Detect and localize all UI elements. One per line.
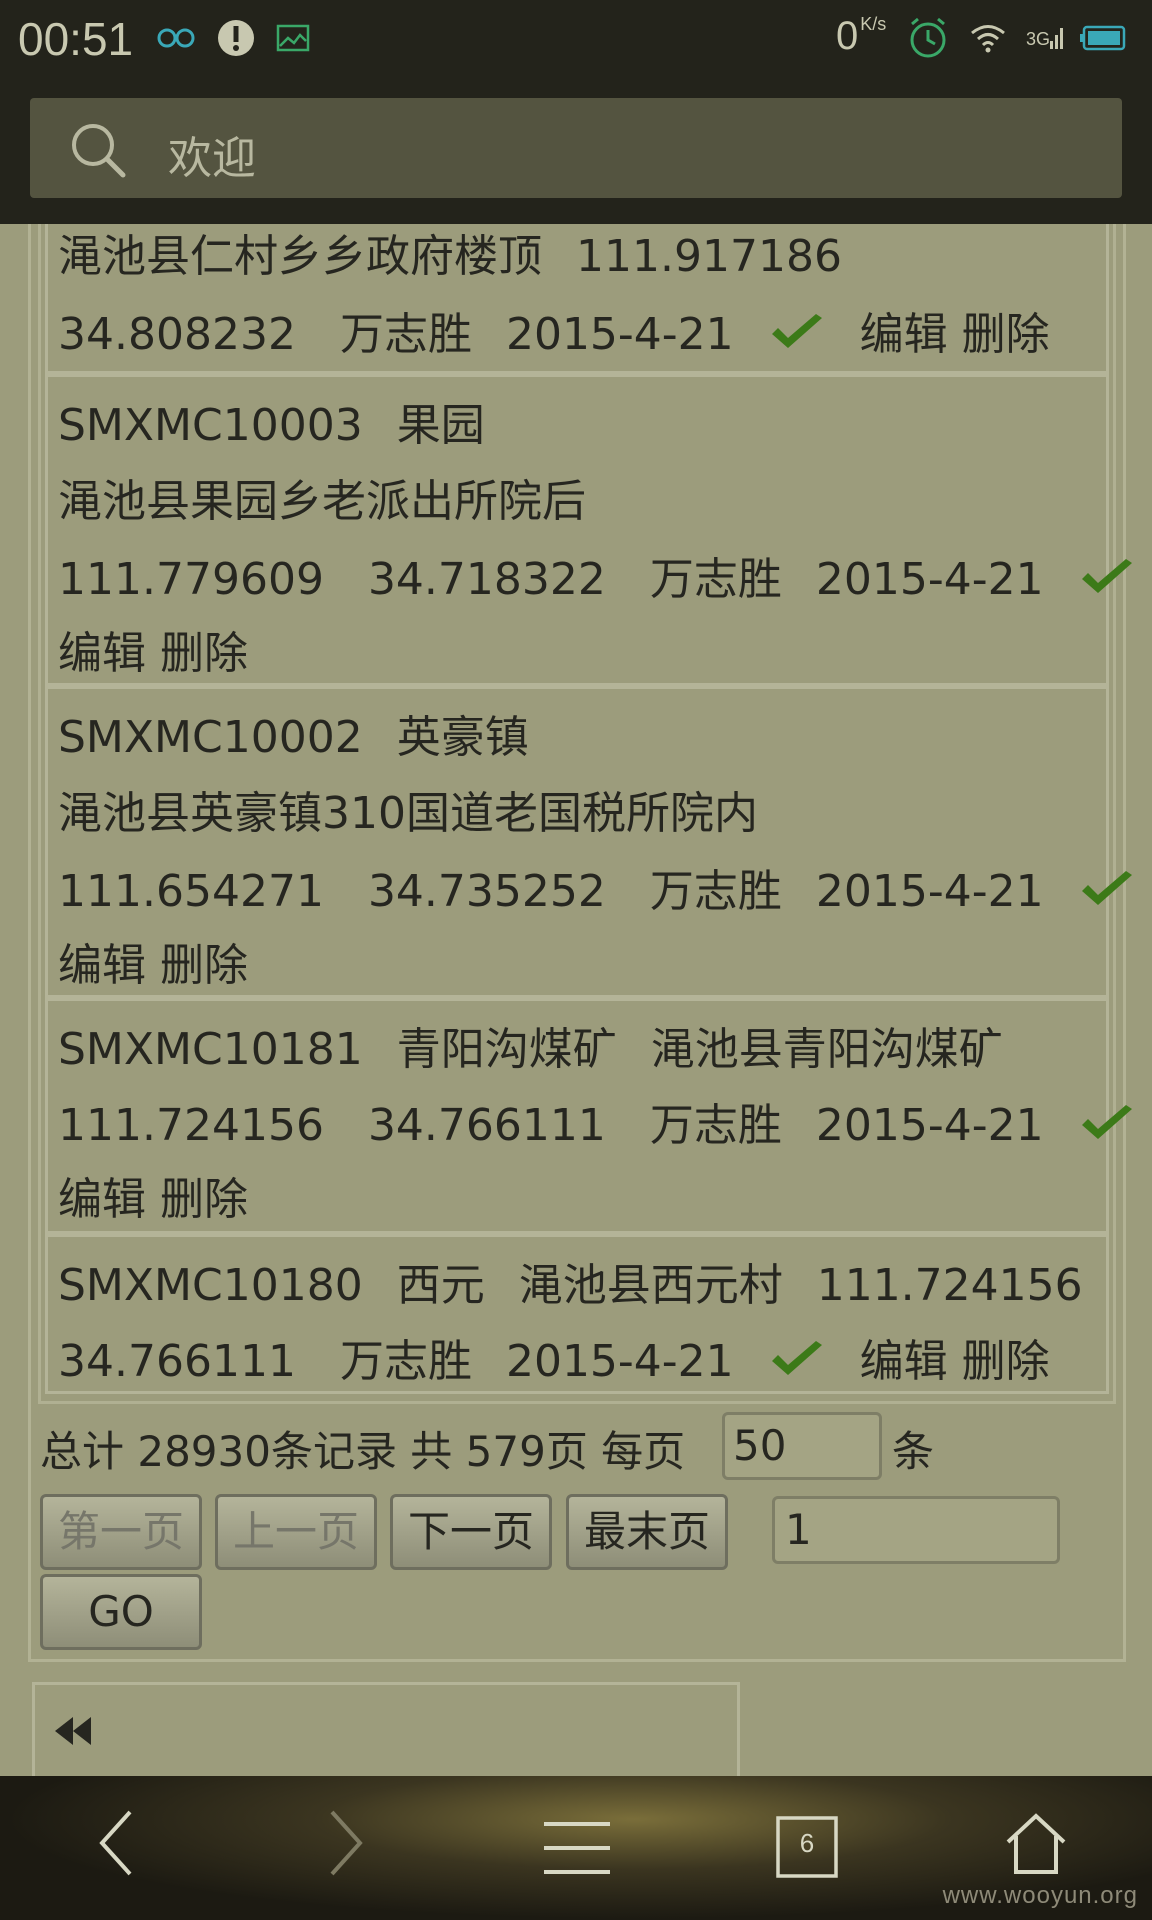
record-longitude: 111.779609 — [58, 554, 324, 605]
search-placeholder: 欢迎 — [168, 133, 256, 184]
record-longitude: 111.654271 — [58, 866, 324, 917]
back-icon[interactable] — [96, 1808, 136, 1882]
record-latitude: 34.766111 — [367, 1100, 606, 1151]
browser-nav-bar: 6 www.wooyun.org — [0, 1776, 1152, 1920]
record-date: 2015-4-21 — [815, 554, 1044, 605]
record-user: 万志胜 — [649, 554, 782, 605]
record-latitude: 34.808232 — [58, 309, 296, 360]
search-header: 欢迎 — [0, 78, 1152, 224]
tab-count: 6 — [799, 1828, 815, 1858]
edit-link[interactable]: 编辑 — [58, 940, 146, 991]
menu-icon[interactable] — [542, 1820, 612, 1880]
record-latitude: 34.718322 — [367, 554, 606, 605]
record-latitude: 34.735252 — [367, 866, 606, 917]
record-user: 万志胜 — [339, 309, 472, 360]
last-page-button[interactable]: 最末页 — [566, 1494, 728, 1570]
edit-link[interactable]: 编辑 — [860, 1336, 948, 1387]
check-icon — [768, 1337, 826, 1392]
record-latitude: 34.766111 — [58, 1336, 296, 1387]
record-code: SMXMC10181 — [58, 1024, 363, 1075]
home-icon[interactable] — [1004, 1812, 1068, 1880]
record-code: SMXMC10180 — [58, 1260, 363, 1311]
prev-page-button[interactable]: 上一页 — [215, 1494, 377, 1570]
table-row: 渑池县仁村乡乡政府楼顶 111.917186 34.808232 万志胜 2015-4… — [45, 224, 1109, 374]
page-number-input[interactable]: 1 — [772, 1496, 1060, 1564]
search-icon[interactable] — [68, 120, 128, 184]
record-user: 万志胜 — [649, 1100, 782, 1151]
table-row: SMXMC10181 青阳沟煤矿 渑池县青阳沟煤矿 111.724156 34.766… — [45, 998, 1132, 1234]
check-icon — [1078, 1101, 1136, 1156]
record-code: SMXMC10002 — [58, 712, 363, 763]
back-panel — [32, 1682, 740, 1782]
record-longitude: 111.724156 — [58, 1100, 324, 1151]
record-date: 2015-4-21 — [815, 1100, 1044, 1151]
table-row: SMXMC10002 英豪镇 渑池县英豪镇310国道老国税所院内 111.6542… — [45, 686, 1132, 998]
delete-link[interactable]: 删除 — [160, 1174, 248, 1225]
first-page-button[interactable]: 第一页 — [40, 1494, 202, 1570]
edit-link[interactable]: 编辑 — [58, 628, 146, 679]
watermark: www.wooyun.org — [942, 1882, 1138, 1909]
search-input[interactable]: 欢迎 — [30, 98, 1122, 198]
check-icon — [1078, 555, 1136, 610]
record-address: 渑池县西元村 — [518, 1260, 783, 1311]
record-name: 果园 — [396, 400, 485, 451]
check-icon — [1078, 867, 1136, 922]
check-icon — [768, 310, 826, 365]
table-row: SMXMC10003 果园 渑池县果园乡老派出所院后 111.779609 34.7… — [45, 374, 1132, 686]
record-date: 2015-4-21 — [815, 866, 1044, 917]
signal-icon: 3G — [1026, 18, 1064, 58]
next-page-button[interactable]: 下一页 — [390, 1494, 552, 1570]
alarm-icon — [906, 17, 950, 58]
record-address: 渑池县果园乡老派出所院后 — [58, 476, 586, 527]
record-user: 万志胜 — [649, 866, 782, 917]
per-page-unit: 条 — [892, 1427, 935, 1476]
record-longitude: 111.917186 — [576, 231, 842, 282]
delete-link[interactable]: 删除 — [160, 628, 248, 679]
record-address: 渑池县青阳沟煤矿 — [650, 1024, 1003, 1075]
record-longitude: 111.724156 — [816, 1260, 1083, 1311]
record-date: 2015-4-21 — [505, 309, 734, 360]
record-user: 万志胜 — [339, 1336, 472, 1387]
record-date: 2015-4-21 — [505, 1336, 734, 1387]
edit-link[interactable]: 编辑 — [860, 309, 948, 360]
battery-icon — [1080, 18, 1126, 58]
clock: 00:51 — [18, 13, 134, 65]
record-code: SMXMC10003 — [58, 400, 363, 451]
go-button[interactable]: GO — [40, 1574, 202, 1650]
infinity-icon — [156, 18, 196, 58]
record-summary: 总计 28930条记录 共 579页 每页 — [40, 1427, 686, 1476]
svg-text:3G: 3G — [1026, 29, 1050, 49]
edit-link[interactable]: 编辑 — [58, 1174, 146, 1225]
record-address: 渑池县仁村乡乡政府楼顶 — [58, 231, 542, 282]
record-address: 渑池县英豪镇310国道老国税所院内 — [58, 788, 758, 839]
delete-link[interactable]: 删除 — [962, 1336, 1050, 1387]
alert-icon — [216, 18, 256, 58]
delete-link[interactable]: 删除 — [160, 940, 248, 991]
record-name: 英豪镇 — [396, 712, 529, 763]
forward-icon[interactable] — [326, 1808, 366, 1882]
delete-link[interactable]: 删除 — [962, 309, 1050, 360]
table-row: SMXMC10180 西元 渑池县西元村 111.724156 34.766111 万志… — [45, 1234, 1109, 1394]
network-speed: 0 K/s — [836, 14, 887, 58]
record-name: 西元 — [396, 1260, 485, 1311]
per-page-input[interactable]: 50 — [722, 1412, 882, 1480]
image-icon — [276, 18, 310, 58]
rewind-icon[interactable] — [53, 1713, 93, 1753]
record-name: 青阳沟煤矿 — [396, 1024, 617, 1075]
wifi-icon — [970, 18, 1006, 58]
status-bar: 00:51 0 K/s 3G — [0, 0, 1152, 78]
tabs-icon[interactable]: 6 — [776, 1816, 838, 1882]
